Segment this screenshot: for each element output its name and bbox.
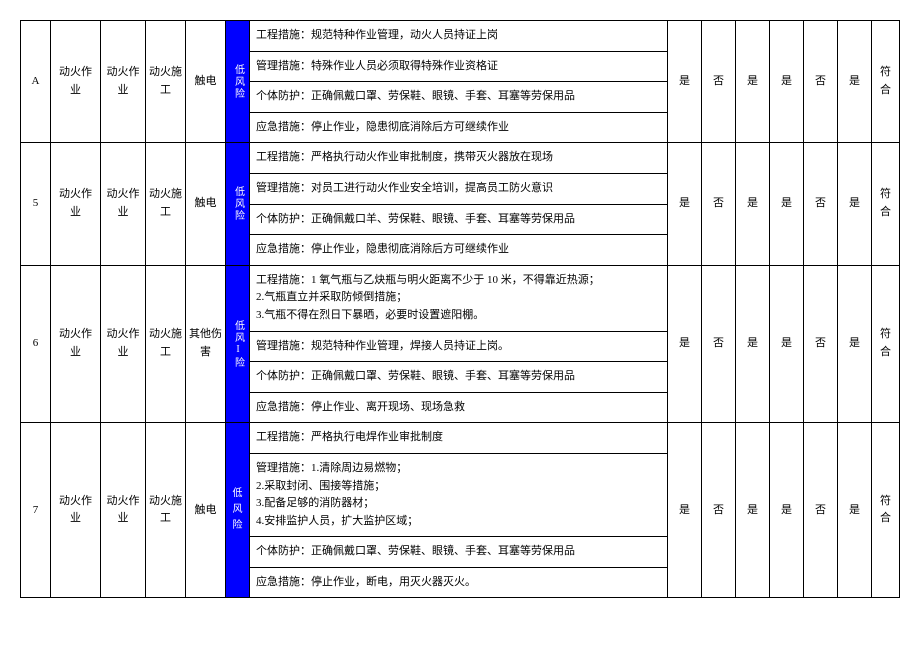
cell-measure: 工程措施：严格执行电焊作业审批制度 <box>250 423 668 454</box>
cell-risk-level: 低风I险 <box>226 265 250 423</box>
cell-result: 符合 <box>872 21 900 143</box>
cell-index: A <box>21 21 51 143</box>
cell-category-3: 动火施工 <box>146 423 186 598</box>
cell-category-2: 动火作业 <box>101 265 146 423</box>
cell-measure: 管理措施：对员工进行动火作业安全培训，提高员工防火意识 <box>250 173 668 204</box>
cell-yes-no: 是 <box>770 143 804 265</box>
cell-measure: 应急措施：停止作业，隐患彻底消除后方可继续作业 <box>250 112 668 143</box>
cell-measure: 应急措施：停止作业，断电，用灭火器灭火。 <box>250 567 668 598</box>
cell-result: 符合 <box>872 423 900 598</box>
cell-yes-no: 否 <box>804 21 838 143</box>
cell-index: 5 <box>21 143 51 265</box>
cell-category-2: 动火作业 <box>101 423 146 598</box>
cell-measure: 工程措施：1 氧气瓶与乙炔瓶与明火距离不少于 10 米，不得靠近热源；2.气瓶直… <box>250 265 668 331</box>
cell-yes-no: 是 <box>838 423 872 598</box>
table-row: A动火作业动火作业动火施工触电低风险工程措施：规范特种作业管理，动火人员持证上岗… <box>21 21 900 52</box>
cell-yes-no: 是 <box>668 265 702 423</box>
cell-risk-level: 低风险 <box>226 423 250 598</box>
cell-index: 6 <box>21 265 51 423</box>
cell-yes-no: 否 <box>804 423 838 598</box>
cell-measure: 个体防护：正确佩戴口罩、劳保鞋、眼镜、手套、耳塞等劳保用品 <box>250 82 668 113</box>
cell-yes-no: 是 <box>838 143 872 265</box>
cell-category-3: 动火施工 <box>146 143 186 265</box>
cell-yes-no: 否 <box>702 143 736 265</box>
cell-category-4: 触电 <box>186 21 226 143</box>
cell-measure: 应急措施：停止作业、离开现场、现场急救 <box>250 392 668 423</box>
cell-yes-no: 否 <box>804 143 838 265</box>
cell-yes-no: 是 <box>736 143 770 265</box>
cell-category-1: 动火作业 <box>51 143 101 265</box>
cell-category-3: 动火施工 <box>146 265 186 423</box>
cell-measure: 个体防护：正确佩戴口羊、劳保鞋、眼镜、手套、耳塞等劳保用品 <box>250 204 668 235</box>
cell-yes-no: 是 <box>770 265 804 423</box>
cell-yes-no: 是 <box>736 21 770 143</box>
cell-index: 7 <box>21 423 51 598</box>
cell-measure: 个体防护：正确佩戴口罩、劳保鞋、眼镜、手套、耳塞等劳保用品 <box>250 537 668 568</box>
risk-assessment-table: A动火作业动火作业动火施工触电低风险工程措施：规范特种作业管理，动火人员持证上岗… <box>20 20 900 598</box>
table-row: 5动火作业动火作业动火施工触电低风险工程措施：严格执行动火作业审批制度，携带灭火… <box>21 143 900 174</box>
cell-measure: 个体防护：正确佩戴口罩、劳保鞋、眼镜、手套、耳塞等劳保用品 <box>250 362 668 393</box>
cell-category-4: 触电 <box>186 143 226 265</box>
cell-yes-no: 是 <box>736 423 770 598</box>
cell-category-1: 动火作业 <box>51 265 101 423</box>
cell-measure: 管理措施：规范特种作业管理，焊接人员持证上岗。 <box>250 331 668 362</box>
cell-yes-no: 是 <box>736 265 770 423</box>
cell-yes-no: 是 <box>770 423 804 598</box>
cell-category-3: 动火施工 <box>146 21 186 143</box>
cell-result: 符合 <box>872 143 900 265</box>
cell-measure: 工程措施：严格执行动火作业审批制度，携带灭火器放在现场 <box>250 143 668 174</box>
cell-category-1: 动火作业 <box>51 21 101 143</box>
cell-measure: 工程措施：规范特种作业管理，动火人员持证上岗 <box>250 21 668 52</box>
cell-category-1: 动火作业 <box>51 423 101 598</box>
cell-yes-no: 否 <box>702 265 736 423</box>
cell-result: 符合 <box>872 265 900 423</box>
cell-category-2: 动火作业 <box>101 143 146 265</box>
table-row: 7动火作业动火作业动火施工触电低风险工程措施：严格执行电焊作业审批制度是否是是否… <box>21 423 900 454</box>
cell-category-4: 触电 <box>186 423 226 598</box>
cell-yes-no: 是 <box>838 265 872 423</box>
cell-yes-no: 否 <box>702 21 736 143</box>
cell-yes-no: 否 <box>804 265 838 423</box>
cell-measure: 应急措施：停止作业，隐患彻底消除后方可继续作业 <box>250 235 668 266</box>
cell-measure: 管理措施：特殊作业人员必须取得特殊作业资格证 <box>250 51 668 82</box>
cell-risk-level: 低风险 <box>226 143 250 265</box>
cell-yes-no: 是 <box>668 21 702 143</box>
cell-yes-no: 否 <box>702 423 736 598</box>
cell-category-2: 动火作业 <box>101 21 146 143</box>
cell-yes-no: 是 <box>770 21 804 143</box>
cell-yes-no: 是 <box>838 21 872 143</box>
cell-risk-level: 低风险 <box>226 21 250 143</box>
table-row: 6动火作业动火作业动火施工其他伤害低风I险工程措施：1 氧气瓶与乙炔瓶与明火距离… <box>21 265 900 331</box>
cell-yes-no: 是 <box>668 423 702 598</box>
cell-yes-no: 是 <box>668 143 702 265</box>
cell-measure: 管理措施：1.清除周边易燃物；2.采取封闭、围接等措施；3.配备足够的消防器材；… <box>250 453 668 536</box>
cell-category-4: 其他伤害 <box>186 265 226 423</box>
